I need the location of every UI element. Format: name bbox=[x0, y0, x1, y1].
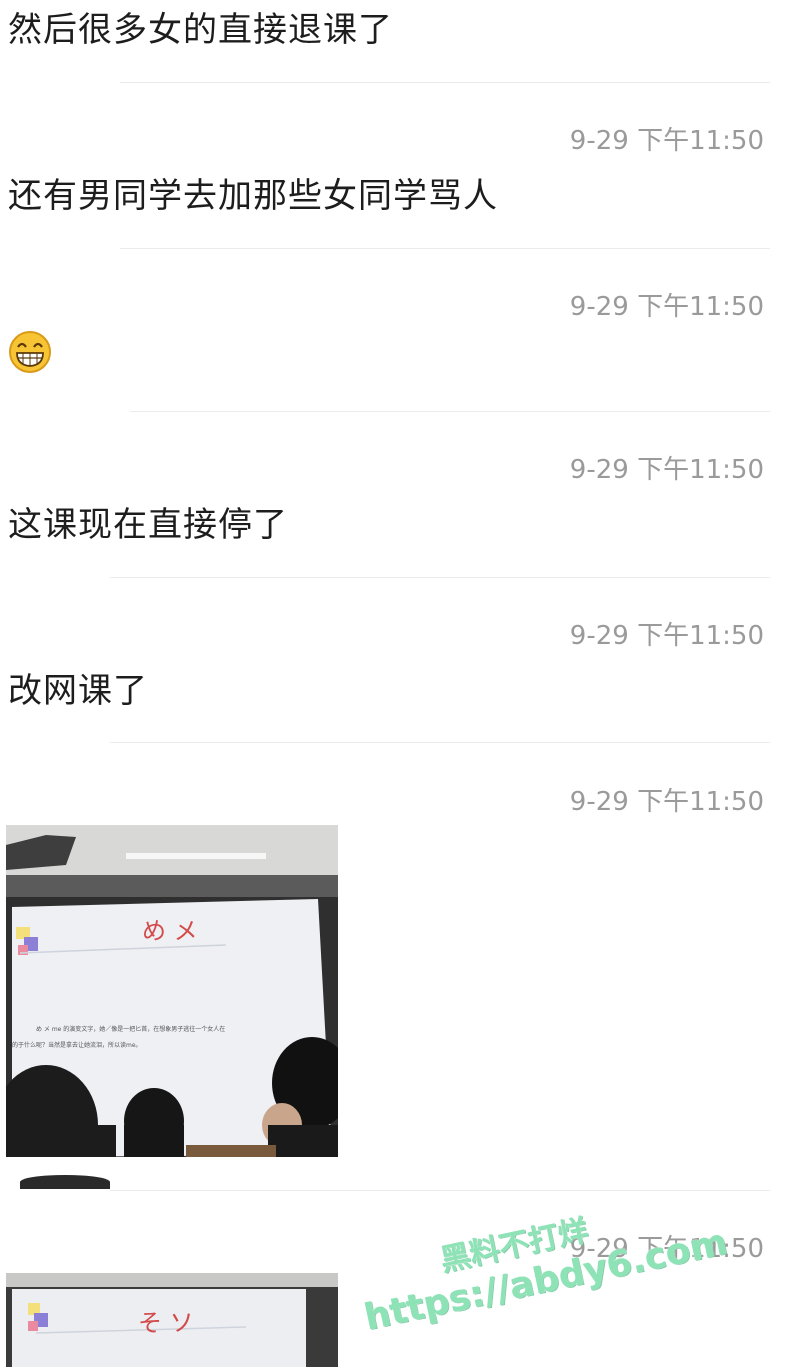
divider bbox=[120, 248, 770, 249]
avatar-fragment bbox=[20, 1175, 110, 1189]
classroom-photo: め メ め メ me 的演变文字，她／像是一把匕首，在想象男子逃往一个女人在 的… bbox=[6, 825, 338, 1157]
message-text: 改网课了 bbox=[8, 671, 148, 711]
message-timestamp: 9-29 下午11:50 bbox=[569, 292, 764, 322]
message-timestamp: 9-29 下午11:50 bbox=[569, 126, 764, 156]
slide-title: そ ソ bbox=[138, 1309, 194, 1337]
classroom-photo: そ ソ bbox=[6, 1273, 338, 1367]
slide-body-line: 的于什么呢？当然是拿去让她流泪，所以读me。 bbox=[12, 1041, 142, 1049]
message-text: 这课现在直接停了 bbox=[8, 505, 288, 545]
divider bbox=[110, 577, 770, 578]
divider bbox=[110, 742, 770, 743]
message-text: 然后很多女的直接退课了 bbox=[8, 10, 393, 50]
grinning-face-emoji-icon bbox=[9, 331, 51, 373]
message-text: 还有男同学去加那些女同学骂人 bbox=[8, 176, 498, 216]
message-timestamp: 9-29 下午11:50 bbox=[569, 455, 764, 485]
slide-body-line: め メ me 的演变文字，她／像是一把匕首，在想象男子逃往一个女人在 bbox=[36, 1025, 225, 1033]
message-photo[interactable]: そ ソ bbox=[6, 1273, 338, 1367]
divider bbox=[110, 1190, 770, 1191]
divider bbox=[120, 82, 770, 83]
chat-history: 然后很多女的直接退课了 9-29 下午11:50 还有男同学去加那些女同学骂人 … bbox=[0, 0, 800, 1367]
message-photo[interactable]: め メ め メ me 的演变文字，她／像是一把匕首，在想象男子逃往一个女人在 的… bbox=[6, 825, 338, 1157]
slide-title: め メ bbox=[142, 917, 198, 945]
message-timestamp: 9-29 下午11:50 bbox=[569, 621, 764, 651]
message-timestamp: 9-29 下午11:50 bbox=[569, 787, 764, 817]
divider bbox=[130, 411, 770, 412]
